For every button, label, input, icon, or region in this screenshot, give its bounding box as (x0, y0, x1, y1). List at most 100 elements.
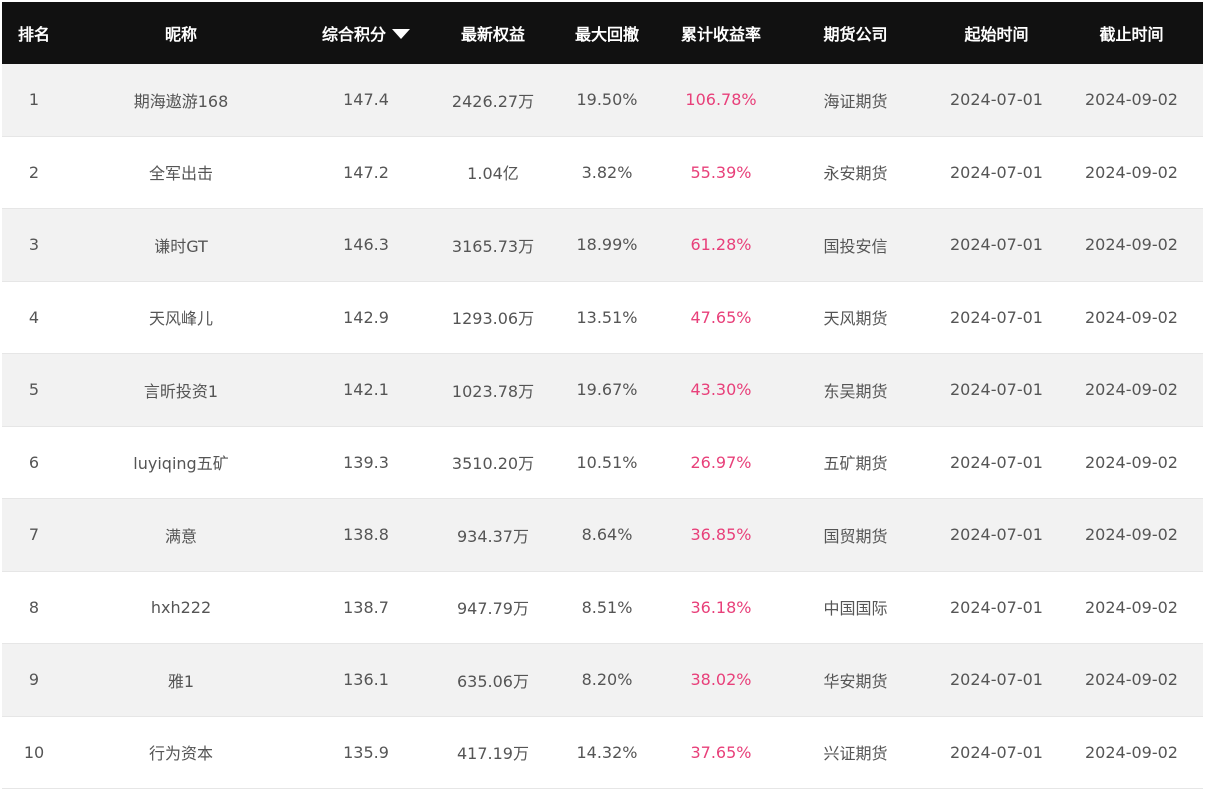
cell-return: 36.18% (690, 597, 752, 617)
cell-company: 国投安信 (823, 236, 888, 256)
cell-drawdown: 8.64% (581, 525, 633, 545)
cell-nickname: 谦时GT (154, 236, 208, 256)
table-row[interactable]: 3 谦时GT 146.3 3165.73万 18.99% 61.28% 国投安信 2024-0… (2, 209, 1203, 282)
header-rank: 排名 (17, 25, 50, 44)
cell-end: 2024-09-02 (1085, 597, 1178, 617)
cell-nickname: 言昕投资1 (143, 381, 219, 401)
cell-nickname: 满意 (164, 526, 197, 546)
cell-drawdown: 19.67% (576, 380, 638, 400)
cell-equity: 1.04亿 (467, 164, 519, 184)
cell-rank: 10 (23, 742, 45, 762)
cell-drawdown: 13.51% (576, 307, 638, 327)
cell-rank: 9 (28, 670, 40, 690)
cell-start: 2024-07-01 (950, 597, 1043, 617)
cell-start: 2024-07-01 (950, 742, 1043, 762)
cell-return: 61.28% (690, 235, 752, 255)
cell-company: 五矿期货 (823, 454, 888, 474)
table-body: 1 期海遨游168 147.4 2426.27万 19.50% 106.78% 海证期货 20… (2, 64, 1203, 789)
table-row[interactable]: 8 hxh222 138.7 947.79万 8.51% 36.18% 中国国际 2024-0… (2, 571, 1203, 644)
table-row[interactable]: 6 luyiqing五矿 139.3 3510.20万 10.51% 26.97% 五矿期货… (2, 426, 1203, 499)
cell-drawdown: 8.51% (581, 597, 633, 617)
cell-score: 138.8 (343, 525, 389, 545)
cell-end: 2024-09-02 (1085, 380, 1178, 400)
cell-score: 147.4 (343, 90, 389, 110)
cell-rank: 2 (28, 162, 40, 182)
cell-company: 中国国际 (823, 599, 888, 619)
cell-drawdown: 8.20% (581, 670, 633, 690)
cell-end: 2024-09-02 (1085, 307, 1178, 327)
table-row[interactable]: 4 天风峰儿 142.9 1293.06万 13.51% 47.65% 天风期货 2024-0… (2, 281, 1203, 354)
table-row[interactable]: 2 全军出击 147.2 1.04亿 3.82% 55.39% 永安期货 2024-07-01… (2, 136, 1203, 209)
cell-company: 兴证期货 (823, 744, 888, 764)
cell-start: 2024-07-01 (950, 525, 1043, 545)
cell-rank: 5 (28, 380, 40, 400)
cell-company: 东吴期货 (823, 381, 888, 401)
table-row[interactable]: 5 言昕投资1 142.1 1023.78万 19.67% 43.30% 东吴期货 2024-… (2, 354, 1203, 427)
cell-equity: 2426.27万 (451, 91, 535, 111)
cell-rank: 8 (28, 597, 40, 617)
table-header: 排名 昵称 综合积分 最新权益 最大回撤 累计收益率 期货公司 起始时间 截止时… (2, 2, 1203, 64)
cell-rank: 1 (28, 90, 40, 110)
cell-equity: 417.19万 (457, 744, 529, 764)
cell-end: 2024-09-02 (1085, 742, 1178, 762)
cell-nickname: 天风峰儿 (148, 309, 213, 329)
cell-return: 38.02% (690, 670, 752, 690)
cell-start: 2024-07-01 (950, 670, 1043, 690)
cell-end: 2024-09-02 (1085, 162, 1178, 182)
cell-score: 142.1 (343, 380, 389, 400)
cell-start: 2024-07-01 (950, 380, 1043, 400)
cell-start: 2024-07-01 (950, 452, 1043, 472)
header-score-sort[interactable]: 综合积分 (296, 2, 436, 64)
cell-equity: 3165.73万 (451, 236, 535, 256)
cell-equity: 934.37万 (457, 526, 529, 546)
cell-end: 2024-09-02 (1085, 452, 1178, 472)
leaderboard-table: 排名 昵称 综合积分 最新权益 最大回撤 累计收益率 期货公司 起始时间 截止时… (2, 2, 1203, 789)
table-row[interactable]: 1 期海遨游168 147.4 2426.27万 19.50% 106.78% 海证期货 20… (2, 64, 1203, 137)
cell-score: 142.9 (343, 307, 389, 327)
cell-rank: 3 (28, 235, 40, 255)
cell-equity: 1023.78万 (451, 381, 535, 401)
cell-equity: 3510.20万 (451, 454, 535, 474)
cell-equity: 1293.06万 (451, 309, 535, 329)
cell-drawdown: 18.99% (576, 235, 638, 255)
cell-company: 海证期货 (823, 91, 888, 111)
cell-nickname: 期海遨游168 (133, 91, 229, 111)
cell-score: 136.1 (343, 670, 389, 690)
header-nickname: 昵称 (164, 25, 197, 44)
header-company: 期货公司 (823, 25, 888, 44)
cell-end: 2024-09-02 (1085, 670, 1178, 690)
cell-nickname: hxh222 (150, 597, 212, 617)
header-equity: 最新权益 (460, 25, 525, 44)
table-row[interactable]: 9 雅1 136.1 635.06万 8.20% 38.02% 华安期货 2024-07-01… (2, 644, 1203, 717)
cell-start: 2024-07-01 (950, 90, 1043, 110)
cell-company: 国贸期货 (823, 526, 888, 546)
cell-company: 华安期货 (823, 671, 888, 691)
cell-nickname: 全军出击 (148, 164, 213, 184)
table-row[interactable]: 7 满意 138.8 934.37万 8.64% 36.85% 国贸期货 2024-07-01… (2, 499, 1203, 572)
cell-return: 36.85% (690, 525, 752, 545)
cell-drawdown: 10.51% (576, 452, 638, 472)
sort-desc-icon[interactable] (392, 28, 410, 39)
cell-score: 135.9 (343, 742, 389, 762)
header-return: 累计收益率 (680, 25, 761, 44)
cell-score: 138.7 (343, 597, 389, 617)
cell-score: 147.2 (343, 162, 389, 182)
cell-return: 106.78% (685, 90, 757, 110)
cell-score: 139.3 (343, 452, 389, 472)
table-row[interactable]: 10 行为资本 135.9 417.19万 14.32% 37.65% 兴证期货 2024-0… (2, 716, 1203, 789)
header-drawdown: 最大回撤 (574, 25, 639, 44)
cell-nickname: 行为资本 (148, 744, 213, 764)
cell-drawdown: 19.50% (576, 90, 638, 110)
cell-rank: 7 (28, 525, 40, 545)
cell-nickname: luyiqing五矿 (133, 454, 229, 474)
cell-drawdown: 3.82% (581, 162, 633, 182)
cell-return: 47.65% (690, 307, 752, 327)
cell-return: 43.30% (690, 380, 752, 400)
cell-start: 2024-07-01 (950, 235, 1043, 255)
cell-company: 永安期货 (823, 164, 888, 184)
cell-rank: 4 (28, 307, 40, 327)
cell-end: 2024-09-02 (1085, 525, 1178, 545)
cell-return: 55.39% (690, 162, 752, 182)
cell-score: 146.3 (343, 235, 389, 255)
header-start: 起始时间 (964, 25, 1029, 44)
